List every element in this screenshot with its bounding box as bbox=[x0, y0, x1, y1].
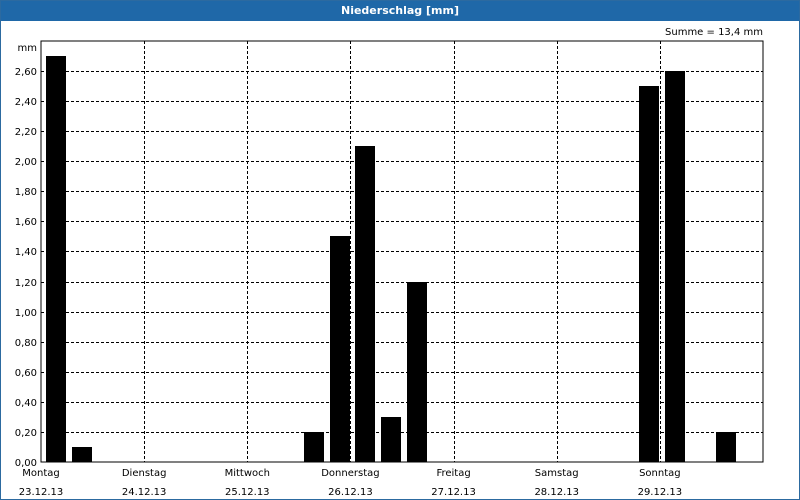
y-tick-label: 1,40 bbox=[15, 247, 37, 258]
x-tick-weekday: Dienstag bbox=[122, 468, 167, 479]
x-tick-date: 24.12.13 bbox=[122, 487, 167, 498]
y-tick-label: 1,80 bbox=[15, 187, 37, 198]
x-tick-date: 25.12.13 bbox=[225, 487, 270, 498]
y-tick-label: 1,60 bbox=[15, 217, 37, 228]
precipitation-bar bbox=[46, 56, 66, 462]
x-tick-date: 28.12.13 bbox=[534, 487, 579, 498]
precipitation-bar bbox=[304, 432, 324, 462]
y-tick-label: 0,40 bbox=[15, 398, 37, 409]
y-tick-label: 2,00 bbox=[15, 157, 37, 168]
x-tick-date: 29.12.13 bbox=[638, 487, 683, 498]
y-tick-label: 0,80 bbox=[15, 338, 37, 349]
y-tick-label: 2,40 bbox=[15, 97, 37, 108]
x-tick-date: 23.12.13 bbox=[19, 487, 64, 498]
chart-window: Niederschlag [mm] Summe = 13,4 mm 0,00 0,… bbox=[0, 0, 800, 500]
x-tick-date: 27.12.13 bbox=[431, 487, 476, 498]
precipitation-bar bbox=[407, 282, 427, 462]
precipitation-bar bbox=[355, 146, 375, 462]
x-tick-weekday: Montag bbox=[22, 468, 59, 479]
precipitation-bar bbox=[716, 432, 736, 462]
y-tick-label: 1,20 bbox=[15, 278, 37, 289]
precipitation-chart: 0,000,200,400,600,801,001,201,401,601,80… bbox=[15, 40, 764, 498]
y-tick-label: 0,60 bbox=[15, 368, 37, 379]
x-tick-weekday: Sonntag bbox=[639, 468, 681, 479]
y-tick-label: 0,20 bbox=[15, 428, 37, 439]
y-tick-label: 1,00 bbox=[15, 308, 37, 319]
y-tick-label: 2,20 bbox=[15, 127, 37, 138]
x-tick-weekday: Mittwoch bbox=[225, 468, 270, 479]
precipitation-bar bbox=[665, 71, 685, 462]
y-tick-label: 2,60 bbox=[15, 67, 37, 78]
x-tick-weekday: Donnerstag bbox=[321, 468, 379, 479]
x-tick-date: 26.12.13 bbox=[328, 487, 373, 498]
precipitation-bar bbox=[330, 236, 350, 462]
precipitation-bar bbox=[381, 417, 401, 462]
precipitation-bar bbox=[72, 447, 92, 462]
y-axis-label: mm bbox=[18, 43, 37, 54]
precipitation-bar bbox=[639, 86, 659, 462]
x-tick-weekday: Freitag bbox=[436, 468, 470, 479]
x-tick-weekday: Samstag bbox=[535, 468, 579, 479]
